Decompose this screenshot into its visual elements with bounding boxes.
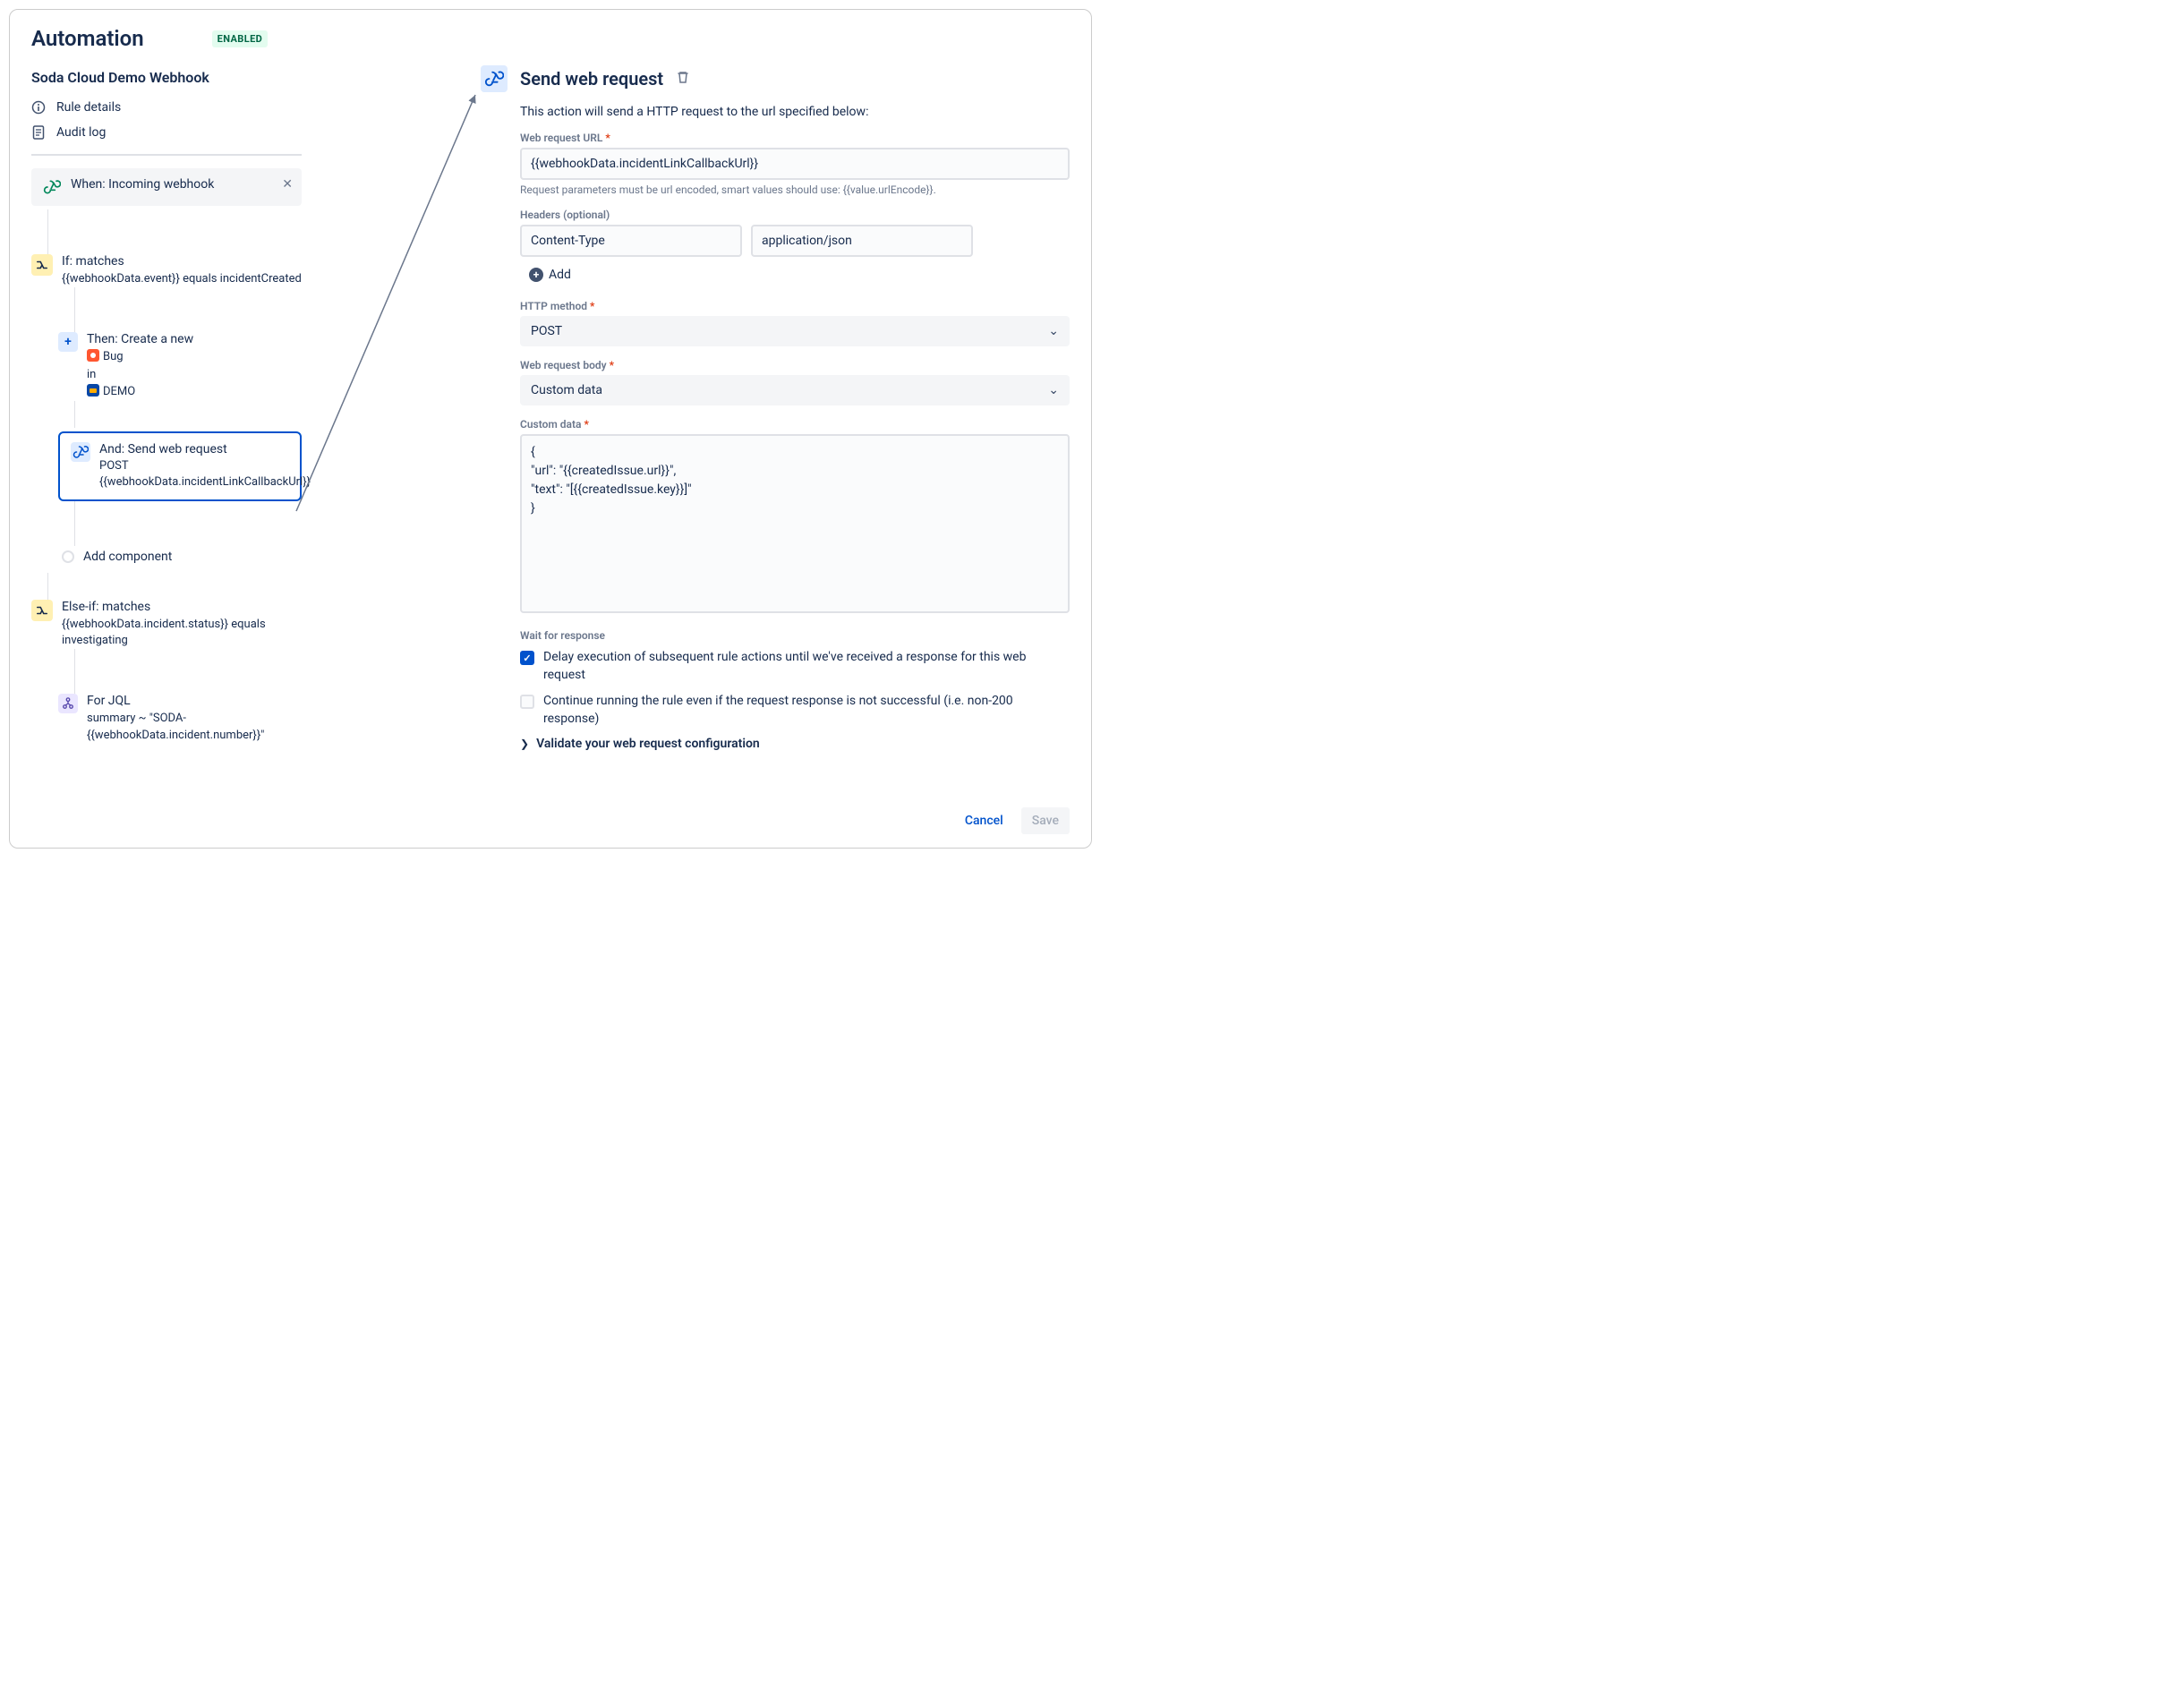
body-value: Custom data: [531, 383, 602, 397]
delay-checkbox[interactable]: [520, 651, 534, 665]
headers-label: Headers (optional): [520, 209, 1070, 221]
flow-node-title: Then: Create a new: [87, 332, 193, 346]
cancel-button[interactable]: Cancel: [956, 806, 1012, 835]
custom-data-label: Custom data: [520, 418, 581, 431]
flow-node-sub: {{webhookData.event}} equals incidentCre…: [62, 271, 302, 287]
flow-node-sub: {{webhookData.incident.status}} equals i…: [62, 617, 302, 649]
add-component[interactable]: Add component: [58, 550, 302, 564]
header-value-input[interactable]: [751, 225, 973, 257]
flow-elseif-block[interactable]: Else-if: matches {{webhookData.incident.…: [31, 600, 302, 649]
flow-node-sub: summary ~ "SODA-{{webhookData.incident.n…: [87, 711, 302, 743]
continue-label: Continue running the rule even if the re…: [543, 693, 1070, 728]
trash-icon[interactable]: [676, 70, 690, 88]
document-icon: [31, 125, 46, 140]
wait-label: Wait for response: [520, 629, 1070, 642]
page-title: Automation: [31, 26, 144, 51]
flow-node-title: Else-if: matches: [62, 600, 302, 614]
url-input[interactable]: [520, 148, 1070, 180]
url-hint: Request parameters must be url encoded, …: [520, 183, 1070, 196]
flow-then-block[interactable]: + Then: Create a new Bug in DEMO: [58, 332, 302, 401]
project-icon: [87, 384, 99, 397]
bug-icon: [87, 349, 99, 362]
header-key-input[interactable]: [520, 225, 742, 257]
nav-label: Audit log: [56, 125, 106, 140]
flow-node-title: And: Send web request: [99, 442, 311, 456]
save-button: Save: [1021, 807, 1070, 834]
body-select[interactable]: Custom data ⌄: [520, 375, 1070, 405]
nav-label: Rule details: [56, 100, 121, 115]
method-label: HTTP method: [520, 300, 587, 312]
plus-icon: +: [58, 332, 78, 352]
flow-for-block[interactable]: For JQL summary ~ "SODA-{{webhookData.in…: [58, 694, 302, 743]
custom-data-textarea[interactable]: [520, 434, 1070, 613]
method-select[interactable]: POST ⌄: [520, 316, 1070, 346]
add-component-label: Add component: [83, 550, 172, 564]
chevron-down-icon: ⌄: [1048, 383, 1059, 397]
flow-node-title: For JQL: [87, 694, 302, 708]
webhook-icon: [42, 177, 62, 197]
close-icon[interactable]: ✕: [282, 177, 293, 192]
flow-node-sub: POST{{webhookData.incidentLinkCallbackUr…: [99, 458, 311, 490]
tree-icon: [58, 694, 78, 713]
url-label: Web request URL: [520, 132, 602, 144]
detail-title: Send web request: [520, 68, 663, 90]
continue-checkbox[interactable]: [520, 695, 534, 709]
branch-icon: [31, 600, 53, 621]
flow-if-block[interactable]: If: matches {{webhookData.event}} equals…: [31, 254, 302, 287]
flow-trigger[interactable]: When: Incoming webhook ✕: [31, 168, 302, 206]
flow-and-send-web-request[interactable]: And: Send web request POST{{webhookData.…: [58, 431, 302, 501]
add-header-button[interactable]: + Add: [527, 262, 1070, 287]
nav-rule-details[interactable]: Rule details: [31, 95, 302, 120]
body-label: Web request body: [520, 359, 607, 371]
webhook-icon: [481, 65, 508, 92]
flow-node-title: When: Incoming webhook: [71, 177, 214, 192]
validate-label: Validate your web request configuration: [536, 737, 760, 751]
detail-description: This action will send a HTTP request to …: [520, 105, 1070, 119]
status-badge: ENABLED: [212, 30, 269, 47]
info-icon: [31, 100, 46, 115]
webhook-icon: [71, 442, 90, 462]
flow-node-title: If: matches: [62, 254, 302, 269]
chevron-down-icon: ⌄: [1048, 324, 1059, 338]
plus-icon: +: [529, 268, 543, 282]
rule-name: Soda Cloud Demo Webhook: [31, 69, 302, 86]
nav-audit-log[interactable]: Audit log: [31, 120, 302, 145]
flow-node-sub: Bug in DEMO: [87, 348, 193, 401]
chevron-right-icon: ❯: [520, 738, 529, 750]
validate-toggle[interactable]: ❯ Validate your web request configuratio…: [520, 737, 1070, 751]
circle-icon: [62, 550, 74, 563]
branch-icon: [31, 254, 53, 276]
delay-label: Delay execution of subsequent rule actio…: [543, 649, 1070, 684]
method-value: POST: [531, 324, 562, 338]
add-label: Add: [549, 268, 571, 282]
